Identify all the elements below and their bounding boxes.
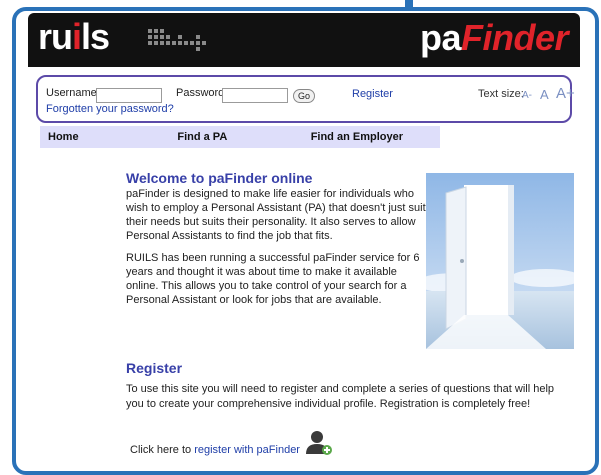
nav-find-an-employer[interactable]: Find an Employer <box>303 126 440 148</box>
text-size-label: Text size: <box>478 88 524 100</box>
register-with-pafinder-link[interactable]: register with paFinder <box>194 444 300 456</box>
go-button[interactable]: Go <box>293 89 315 103</box>
page-frame: ruils paFinder Username Password Go Regi… <box>12 7 599 475</box>
password-label: Password <box>176 87 225 99</box>
welcome-title: Welcome to paFinder online <box>126 170 313 186</box>
ruils-logo[interactable]: ruils <box>38 16 110 58</box>
nav-find-a-pa[interactable]: Find a PA <box>169 126 302 148</box>
add-user-icon[interactable] <box>304 430 334 456</box>
register-description: To use this site you will need to regist… <box>126 383 555 410</box>
username-input[interactable] <box>96 88 162 103</box>
forgot-password-link[interactable]: Forgotten your password? <box>46 103 174 115</box>
pafinder-logo[interactable]: paFinder <box>420 17 569 59</box>
nav-home[interactable]: Home <box>40 126 169 148</box>
username-label: Username <box>46 87 97 99</box>
welcome-paragraph-2: RUILS has been running a successful paFi… <box>126 252 420 306</box>
text-size-large-button[interactable]: A+ <box>556 85 575 102</box>
open-door-image <box>426 173 574 349</box>
register-link[interactable]: Register <box>352 88 393 100</box>
welcome-section: Welcome to paFinder online paFinder is d… <box>126 171 426 315</box>
text-size-small-button[interactable]: A- <box>522 90 532 101</box>
password-input[interactable] <box>222 88 288 103</box>
text-size-normal-button[interactable]: A <box>540 87 549 102</box>
register-section: Register To use this site you will need … <box>126 361 556 412</box>
register-cta-prefix: Click here to <box>130 444 192 456</box>
register-title: Register <box>126 360 183 376</box>
welcome-paragraph-1: paFinder is designed to make life easier… <box>126 188 426 242</box>
pixel-arrow-decoration <box>148 29 206 51</box>
main-nav: Home Find a PA Find an Employer <box>40 126 440 148</box>
site-header: ruils paFinder <box>28 13 580 67</box>
login-bar: Username Password Go Register Forgotten … <box>36 75 575 123</box>
register-cta: Click here to register with paFinder <box>130 444 300 456</box>
